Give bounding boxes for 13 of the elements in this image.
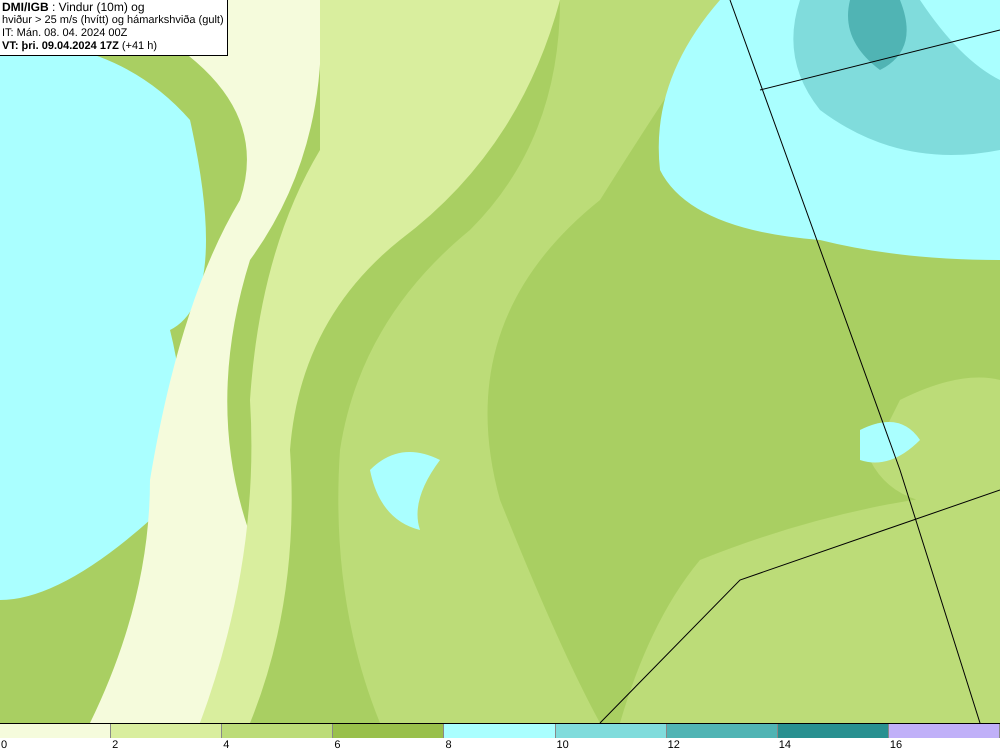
legend-label: 12	[666, 738, 680, 752]
legend-label: 14	[778, 738, 792, 752]
legend-label: 0	[0, 738, 8, 752]
legend-label: 4	[222, 738, 230, 752]
caption-line: VT: þri. 09.04.2024 17Z (+41 h)	[2, 40, 158, 53]
legend-label: 10	[556, 738, 569, 752]
caption-line: hviður > 25 m/s (hvítt) og hámarkshviða (gult)	[2, 14, 224, 27]
legend-label: 6	[333, 738, 340, 752]
caption-line: DMI/IGB : Vindur (10m) og	[2, 1, 146, 14]
caption-line: IT: Mán. 08. 04. 2024 00Z	[2, 27, 128, 40]
legend-label: 16	[888, 738, 902, 752]
legend-label: 8	[444, 738, 452, 752]
legend-label: 2	[111, 738, 118, 752]
